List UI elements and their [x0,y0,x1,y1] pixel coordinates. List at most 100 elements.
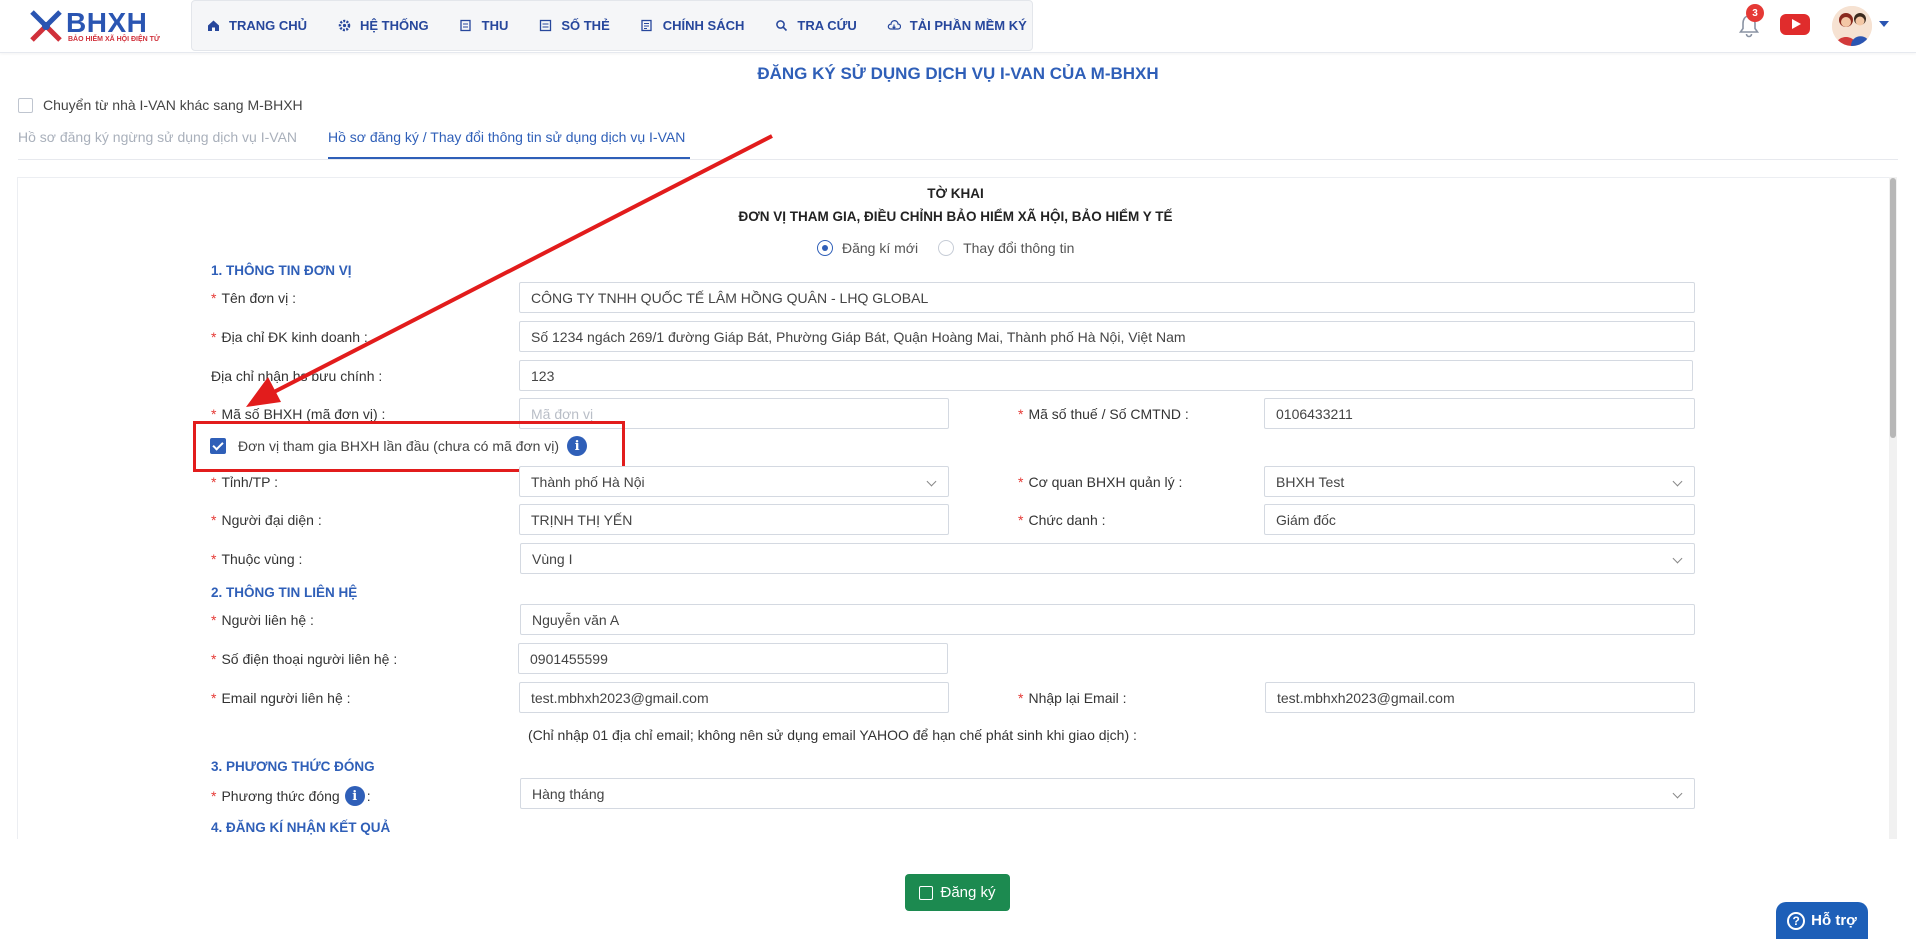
home-icon [206,19,220,33]
required-mark: * [211,406,217,422]
label-email: * Email người liên hệ : [211,690,351,706]
label-nhap-lai-email: * Nhập lại Email : [1018,690,1127,706]
youtube-icon[interactable] [1780,14,1810,35]
nav-tai-phan-mem-label: TẢI PHẦN MỀM KÝ [909,18,1027,33]
form-heading: TỜ KHAI [927,186,984,201]
ten-don-vi-input[interactable]: CÔNG TY TNHH QUỐC TẾ LÂM HỒNG QUÂN - LHQ… [519,282,1695,313]
help-question-icon: ? [1787,911,1806,930]
section-contact-info: 2. THÔNG TIN LIÊN HỆ [211,585,358,600]
label-nguoi-dai-dien-text: Người đại diện : [221,512,322,528]
policy-icon [640,19,654,33]
nhap-lai-email-input[interactable]: test.mbhxh2023@gmail.com [1265,682,1695,713]
label-nguoi-dai-dien: * Người đại diện : [211,512,322,528]
label-thuoc-vung: * Thuộc vùng : [211,551,302,567]
nguoi-lien-he-input[interactable]: Nguyễn văn A [520,604,1695,635]
required-mark: * [211,512,217,528]
radio-new[interactable] [817,240,833,256]
required-mark: * [211,651,217,667]
nav-chinh-sach[interactable]: CHÍNH SÁCH [640,18,745,33]
label-phuong-thuc-text: Phương thức đóng [221,788,340,804]
tab-register-change[interactable]: Hồ sơ đăng ký / Thay đổi thông tin sử dụ… [328,129,685,145]
label-nhap-lai-email-text: Nhập lại Email : [1028,690,1127,706]
label-ten-don-vi-text: Tên đơn vị : [221,290,296,306]
label-sdt: * Số điện thoại người liên hệ : [211,651,397,667]
nav-tra-cuu[interactable]: TRA CỨU [774,18,857,33]
tinh-tp-select[interactable]: Thành phố Hà Nội [519,466,949,497]
nav-home[interactable]: TRANG CHỦ [206,18,307,33]
email-input[interactable]: test.mbhxh2023@gmail.com [519,682,949,713]
top-bar: BHXH BẢO HIỂM XÃ HỘI ĐIỆN TỬ TRANG CHỦ H… [0,0,1916,53]
label-phuong-thuc-colon: : [366,788,371,804]
label-ma-so-thue-text: Mã số thuế / Số CMTND : [1028,406,1189,422]
label-thuoc-vung-text: Thuộc vùng : [221,551,303,567]
nav-home-label: TRANG CHỦ [229,18,307,33]
help-button-label: Hỗ trợ [1811,912,1857,929]
tabs-divider [18,159,1898,160]
ma-so-thue-input[interactable]: 0106433211 [1264,398,1695,429]
required-mark: * [211,788,217,804]
thuoc-vung-select[interactable]: Vùng I [520,543,1695,574]
required-mark: * [1018,474,1024,490]
page-title: ĐĂNG KÝ SỬ DỤNG DỊCH VỤ I-VAN CỦA M-BHXH [757,64,1159,83]
chuc-danh-input[interactable]: Giám đốc [1264,504,1695,535]
logo-mark-icon [30,10,62,42]
sdt-input[interactable]: 0901455599 [518,643,948,674]
transfer-checkbox-label: Chuyển từ nhà I-VAN khác sang M-BHXH [43,97,303,113]
info-icon[interactable]: i [344,786,365,806]
registration-type: Đăng kí mới Thay đổi thông tin [817,240,1094,256]
label-tinh-tp-text: Tỉnh/TP : [221,474,278,490]
label-nguoi-lien-he: * Người liên hệ : [211,612,314,628]
radio-change-label: Thay đổi thông tin [963,240,1075,256]
cloud-download-icon [887,19,901,33]
gear-icon [337,19,351,33]
label-ma-so-thue: * Mã số thuế / Số CMTND : [1018,406,1189,422]
avatar-dropdown-icon[interactable] [1879,21,1889,27]
edit-icon [919,885,934,900]
co-quan-select[interactable]: BHXH Test [1264,466,1695,497]
label-dia-chi-dk: * Địa chỉ ĐK kinh doanh : [211,329,368,345]
nav-so-the[interactable]: SỐ THẺ [538,18,610,33]
phuong-thuc-select[interactable]: Hàng tháng [520,778,1695,809]
required-mark: * [1018,690,1024,706]
help-button[interactable]: ? Hỗ trợ [1776,902,1868,939]
logo-text: BHXH [66,7,148,38]
scrollbar-thumb[interactable] [1890,178,1896,438]
label-email-text: Email người liên hệ : [221,690,351,706]
label-ma-so-bhxh: * Mã số BHXH (mã đơn vị) : [211,406,385,422]
register-button-label: Đăng ký [940,884,996,901]
radio-change[interactable] [938,240,955,256]
nav-thu[interactable]: THU [459,18,509,33]
transfer-checkbox[interactable]: Chuyển từ nhà I-VAN khác sang M-BHXH [18,97,303,113]
radio-new-label: Đăng kí mới [842,240,919,256]
label-chuc-danh: * Chức danh : [1018,512,1106,528]
label-sdt-text: Số điện thoại người liên hệ : [221,651,398,667]
required-mark: * [211,474,217,490]
card-icon [538,19,552,33]
nav-tai-phan-mem[interactable]: TẢI PHẦN MỀM KÝ [887,18,1027,33]
annotation-highlight-box [193,421,625,472]
nav-system[interactable]: HỆ THỐNG [337,18,429,33]
required-mark: * [211,551,217,567]
required-mark: * [211,690,217,706]
checkbox-unchecked-icon[interactable] [18,97,33,113]
label-ma-so-bhxh-text: Mã số BHXH (mã đơn vị) : [221,406,386,422]
section-unit-info: 1. THÔNG TIN ĐƠN VỊ [211,263,352,278]
required-mark: * [211,329,217,345]
dia-chi-nhan-input[interactable]: 123 [519,360,1693,391]
notification-badge: 3 [1746,4,1764,22]
label-phuong-thuc: * Phương thức đóng i : [211,786,371,806]
nav-thu-label: THU [481,18,509,33]
nguoi-dai-dien-input[interactable]: TRỊNH THỊ YẾN [519,504,949,535]
nav-chinh-sach-label: CHÍNH SÁCH [662,18,745,33]
email-note: (Chỉ nhập 01 địa chỉ email; không nên sử… [528,727,1137,743]
tab-stop-service[interactable]: Hồ sơ đăng ký ngừng sử dụng dịch vụ I-VA… [18,129,297,145]
required-mark: * [1018,512,1024,528]
register-button[interactable]: Đăng ký [905,874,1010,911]
nav-system-label: HỆ THỐNG [360,18,429,33]
avatar[interactable] [1832,6,1872,46]
label-ten-don-vi: * Tên đơn vị : [211,290,296,306]
dia-chi-dk-input[interactable]: Số 1234 ngách 269/1 đường Giáp Bát, Phườ… [519,321,1695,352]
required-mark: * [1018,406,1024,422]
label-dia-chi-nhan: Địa chỉ nhận hs bưu chính : [211,368,383,384]
bhxh-logo[interactable]: BHXH BẢO HIỂM XÃ HỘI ĐIỆN TỬ [26,4,171,50]
